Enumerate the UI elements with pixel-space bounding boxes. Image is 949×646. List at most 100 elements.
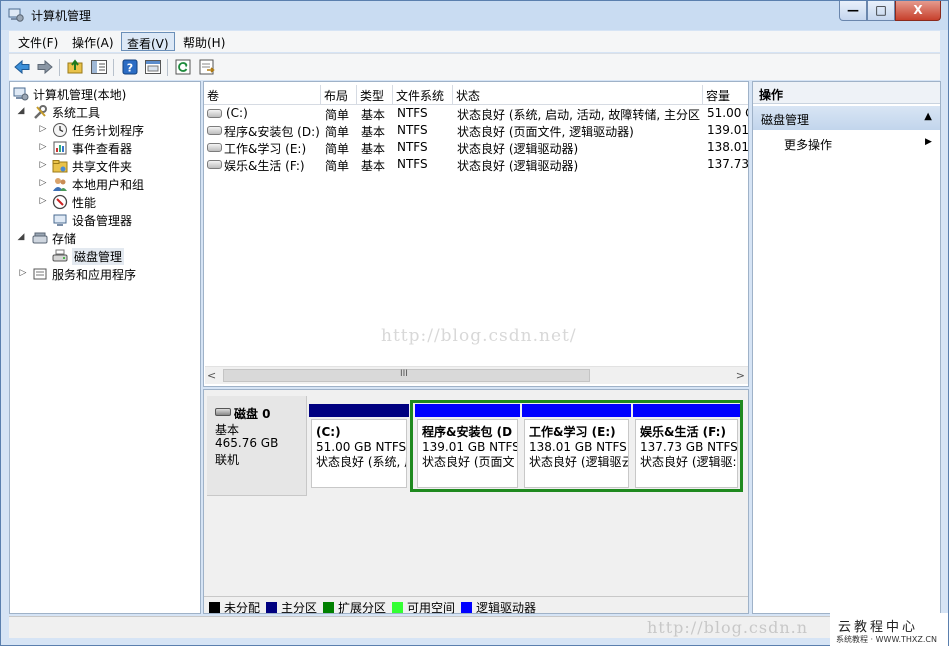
more-actions-link[interactable]: 更多操作 [784,136,832,153]
volume-capacity: 138.01 ( [707,140,749,154]
tree-item-label: 计算机管理(本地) [33,88,127,102]
volume-status: 状态良好 (逻辑驱动器) [457,159,579,173]
refresh-icon[interactable] [174,58,192,76]
partition-status: 状态良好 (逻辑驱: [640,455,737,469]
column-header-type[interactable]: 类型 [357,85,393,104]
volume-layout: 简单 [325,159,350,173]
forward-icon[interactable] [36,58,54,76]
performance-icon [52,194,68,210]
volume-row[interactable]: (C:) 简单 基本 NTFS 状态良好 (系统, 启动, 活动, 故障转储, … [204,105,748,122]
volume-layout: 简单 [325,142,350,156]
maximize-button[interactable]: □ [867,1,895,21]
volume-list: 卷 布局 类型 文件系统 状态 容量 (C:) 简单 基本 NTFS 状态良好 … [203,81,749,387]
tree-item-label: 系统工具 [52,106,101,120]
partition-color-bar [415,404,520,417]
column-header-status[interactable]: 状态 [453,85,703,104]
tree-item-label: 存储 [52,232,77,246]
menu-file[interactable]: 文件(F) [13,32,63,51]
volume-row[interactable]: 程序&安装包 (D:) 简单 基本 NTFS 状态良好 (页面文件, 逻辑驱动器… [204,122,748,139]
close-button[interactable]: X [895,1,941,21]
drive-icon [207,109,222,118]
partition-f[interactable]: 娱乐&生活 (F:) 137.73 GB NTFS 状态良好 (逻辑驱: [633,404,740,490]
properties-icon[interactable] [144,58,162,76]
partition-color-bar [522,404,631,417]
device-manager-icon [53,214,67,226]
close-icon: X [913,3,923,17]
collapse-caret-icon[interactable]: ▲ [924,111,932,122]
watermark-text: http://blog.csdn.n [647,618,809,637]
expand-arrow-icon[interactable]: ▷ [38,124,48,134]
volume-type: 基本 [361,125,386,139]
partition-d[interactable]: 程序&安装包 (D 139.01 GB NTFS 状态良好 (页面文 [415,404,520,490]
horizontal-scrollbar[interactable]: < III > [205,366,748,384]
menu-view[interactable]: 查看(V) [121,32,175,51]
legend-label: 可用空间 [407,601,456,615]
legend-item-unallocated: 未分配 [209,599,260,616]
volume-filesystem: NTFS [397,123,428,137]
partition-name: 工作&学习 (E:) [529,425,616,439]
show-hide-tree-icon[interactable] [90,58,108,76]
scroll-right-icon[interactable]: > [736,369,745,382]
back-icon[interactable] [13,58,31,76]
window-title: 计算机管理 [31,9,92,23]
collapse-arrow-icon[interactable]: ◢ [16,106,26,116]
collapse-arrow-icon[interactable]: ◢ [16,232,26,242]
up-folder-icon[interactable] [66,58,84,76]
volume-filesystem: NTFS [397,140,428,154]
volume-status: 状态良好 (系统, 启动, 活动, 故障转储, 主分区) [457,108,701,122]
legend-label: 未分配 [224,601,261,615]
disk-graphical-view: 磁盘 0 基本 465.76 GB 联机 (C:) 51.00 GB NTFS … [203,389,749,616]
actions-header: 操作 [753,82,940,104]
legend-swatch [266,602,277,613]
volume-row[interactable]: 工作&学习 (E:) 简单 基本 NTFS 状态良好 (逻辑驱动器) 138.0… [204,139,748,156]
volume-type: 基本 [361,142,386,156]
disk-state: 联机 [215,453,240,467]
expand-arrow-icon[interactable]: ▷ [38,196,48,206]
partition-info: 工作&学习 (E:) 138.01 GB NTFS 状态良好 (逻辑驱云 [524,419,629,488]
disk-icon [215,408,231,416]
minimize-button[interactable]: — [839,1,867,21]
actions-section-disk-management[interactable]: 磁盘管理 ▲ [753,106,940,130]
disk-0-label[interactable]: 磁盘 0 基本 465.76 GB 联机 [207,396,307,496]
expand-arrow-icon[interactable]: ▷ [38,160,48,170]
legend-item-free-space: 可用空间 [392,599,455,616]
disk-size: 465.76 GB [215,436,279,450]
column-header-capacity[interactable]: 容量 [703,85,748,104]
column-header-layout[interactable]: 布局 [321,85,357,104]
partition-size: 139.01 GB NTFS [422,440,518,454]
computer-management-window: 计算机管理 — □ X 文件(F) 操作(A) 查看(V) 帮助(H) ? 计算… [0,0,949,646]
scrollbar-thumb[interactable]: III [223,369,590,382]
title-bar[interactable]: 计算机管理 — □ X [1,1,948,30]
volume-layout: 简单 [325,108,350,122]
legend-swatch [461,602,472,613]
column-header-filesystem[interactable]: 文件系统 [393,85,453,104]
expand-arrow-icon[interactable]: ▷ [38,142,48,152]
volume-name: 程序&安装包 (D:) [224,125,320,139]
help-icon[interactable]: ? [121,58,139,76]
volume-capacity: 51.00 G [707,106,748,120]
expand-arrow-icon[interactable]: ▷ [38,178,48,188]
partition-name: (C:) [316,425,341,439]
export-icon[interactable] [198,58,216,76]
legend-item-logical: 逻辑驱动器 [461,599,536,616]
partition-status: 状态良好 (页面文 [422,455,515,469]
toolbar-separator [167,59,168,76]
partition-info: 娱乐&生活 (F:) 137.73 GB NTFS 状态良好 (逻辑驱: [635,419,738,488]
volume-capacity: 139.01 ( [707,123,749,137]
partition-status: 状态良好 (系统, 启 [316,455,407,469]
event-viewer-icon [53,141,67,155]
legend-swatch [392,602,403,613]
partition-e[interactable]: 工作&学习 (E:) 138.01 GB NTFS 状态良好 (逻辑驱云 [522,404,631,490]
menu-action[interactable]: 操作(A) [67,32,119,51]
legend-label: 主分区 [281,601,318,615]
tree-item-label: 本地用户和组 [72,178,145,192]
volume-row[interactable]: 娱乐&生活 (F:) 简单 基本 NTFS 状态良好 (逻辑驱动器) 137.7… [204,156,748,173]
partition-c[interactable]: (C:) 51.00 GB NTFS 状态良好 (系统, 启 [309,404,409,490]
volume-type: 基本 [361,159,386,173]
column-header-volume[interactable]: 卷 [204,85,321,104]
submenu-arrow-icon[interactable]: ▶ [925,137,932,147]
scroll-left-icon[interactable]: < [207,369,216,382]
expand-arrow-icon[interactable]: ▷ [18,268,28,278]
volume-status: 状态良好 (页面文件, 逻辑驱动器) [457,125,634,139]
menu-help[interactable]: 帮助(H) [178,32,230,51]
